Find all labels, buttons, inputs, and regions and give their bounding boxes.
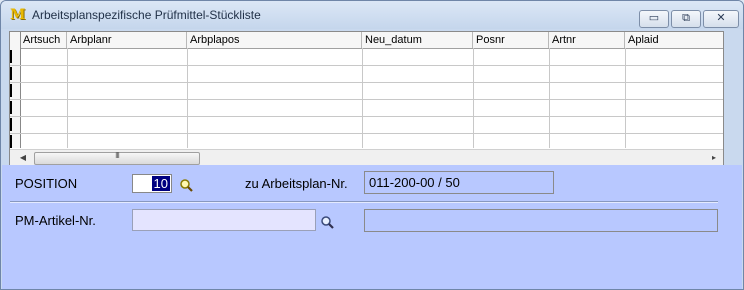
row-marker xyxy=(10,101,12,114)
app-logo-icon: M xyxy=(10,7,26,23)
row-marker xyxy=(10,67,12,80)
column-divider xyxy=(549,48,550,148)
column-header-artsuch[interactable]: Artsuch xyxy=(20,32,67,48)
pm-artikel-input[interactable] xyxy=(132,209,316,231)
grid-row[interactable] xyxy=(10,116,723,117)
maximize-button[interactable]: ⧉ xyxy=(671,10,701,28)
row-marker xyxy=(10,84,12,97)
position-label: POSITION xyxy=(15,176,78,191)
grid-row[interactable] xyxy=(10,65,723,66)
grid-header: Artsuch Arbplanr Arbplapos Neu_datum Pos… xyxy=(10,32,723,49)
divider xyxy=(10,201,718,203)
position-input[interactable]: 10 xyxy=(132,174,172,193)
minimize-icon: ▭ xyxy=(648,12,660,24)
arbeitsplan-field: 011-200-00 / 50 xyxy=(364,171,554,194)
scrollbar-thumb[interactable]: III xyxy=(34,151,200,165)
horizontal-scrollbar[interactable]: ◀ III ▸ xyxy=(10,149,723,165)
grid-row[interactable] xyxy=(10,133,723,134)
pm-artikel-description-field xyxy=(364,209,718,232)
column-header-neu-datum[interactable]: Neu_datum xyxy=(362,32,473,48)
close-icon: ✕ xyxy=(716,12,726,24)
column-header-arbplanr[interactable]: Arbplanr xyxy=(67,32,187,48)
column-header-arbplapos[interactable]: Arbplapos xyxy=(187,32,362,48)
row-marker xyxy=(10,118,12,131)
pm-artikel-label: PM-Artikel-Nr. xyxy=(15,213,96,228)
window-title: Arbeitsplanspezifische Prüfmittel-Stückl… xyxy=(32,8,261,22)
position-value: 10 xyxy=(151,176,170,191)
column-header-aplaid[interactable]: Aplaid xyxy=(625,32,723,48)
row-marker xyxy=(10,50,12,63)
column-header-posnr[interactable]: Posnr xyxy=(473,32,549,48)
close-button[interactable]: ✕ xyxy=(703,10,739,28)
scroll-right-icon[interactable]: ▸ xyxy=(707,150,721,165)
row-marker xyxy=(10,135,12,148)
grid-row[interactable] xyxy=(10,82,723,83)
grip-icon: III xyxy=(115,151,120,160)
restore-icon: ⧉ xyxy=(682,12,690,24)
minimize-button[interactable]: ▭ xyxy=(639,10,669,28)
column-header-artnr[interactable]: Artnr xyxy=(549,32,625,48)
arbeitsplan-label: zu Arbeitsplan-Nr. xyxy=(245,176,348,191)
title-bar: M Arbeitsplanspezifische Prüfmittel-Stüc… xyxy=(1,1,743,29)
grid-row[interactable] xyxy=(10,99,723,100)
column-divider xyxy=(625,48,626,148)
data-grid[interactable]: Artsuch Arbplanr Arbplapos Neu_datum Pos… xyxy=(9,31,724,166)
detail-form: POSITION 10 zu Arbeitsplan-Nr. 011-200-0… xyxy=(2,165,742,289)
app-window: M Arbeitsplanspezifische Prüfmittel-Stüc… xyxy=(0,0,744,290)
column-divider xyxy=(67,48,68,148)
column-divider xyxy=(187,48,188,148)
column-divider xyxy=(473,48,474,148)
column-divider xyxy=(362,48,363,148)
scroll-left-icon[interactable]: ◀ xyxy=(16,150,30,165)
magnifier-icon[interactable] xyxy=(320,215,335,230)
magnifier-icon[interactable] xyxy=(179,178,194,193)
